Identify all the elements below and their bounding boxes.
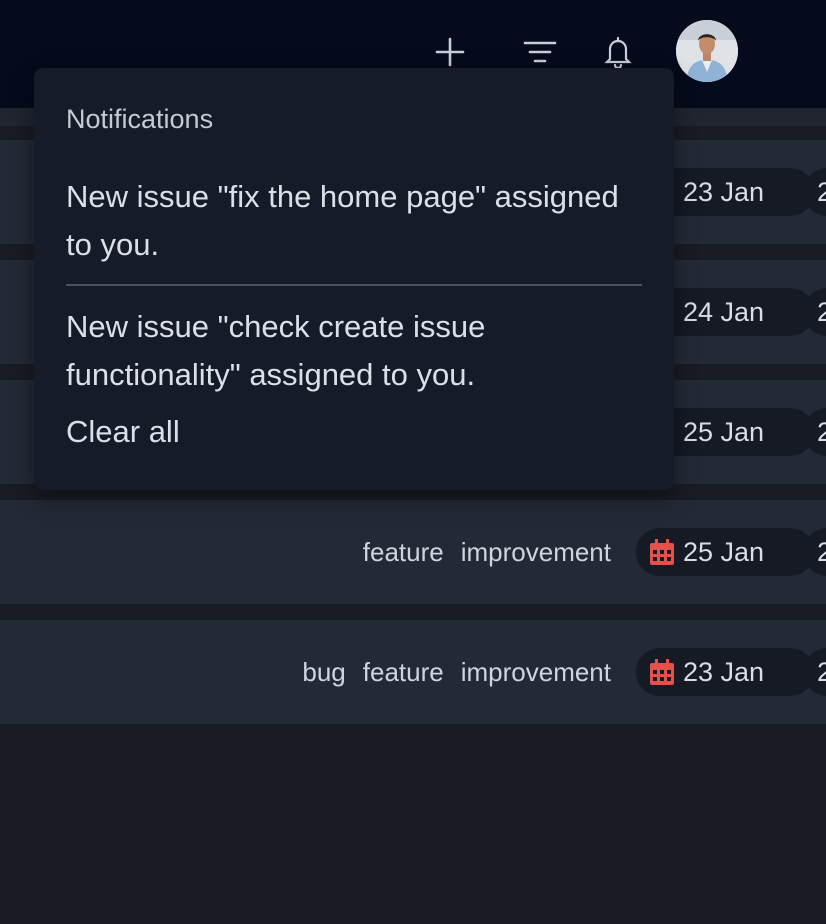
issue-labels: feature improvement: [363, 500, 611, 604]
user-avatar[interactable]: [676, 20, 738, 82]
calendar-icon: [650, 538, 674, 565]
notification-item[interactable]: New issue "check create issue functional…: [66, 303, 642, 399]
label-tag-improvement[interactable]: improvement: [461, 537, 611, 568]
label-tag-improvement[interactable]: improvement: [461, 657, 611, 688]
notifications-title: Notifications: [66, 104, 214, 134]
notification-item[interactable]: New issue "fix the home page" assigned t…: [66, 173, 642, 269]
notifications-dropdown: Notifications New issue "fix the home pa…: [34, 68, 674, 490]
due-date-badge[interactable]: 25 Jan: [636, 528, 814, 576]
notification-divider: [66, 284, 642, 286]
due-date-text: 25 Jan: [683, 416, 765, 447]
label-tag-bug[interactable]: bug: [302, 657, 345, 688]
due-date-text: 25 Jan: [683, 536, 765, 567]
due-date-text: 23 Jan: [683, 176, 765, 207]
label-tag-feature[interactable]: feature: [363, 537, 444, 568]
row-divider: [0, 604, 826, 620]
due-date-badge[interactable]: 23 Jan: [636, 648, 814, 696]
issue-labels: bug feature improvement: [302, 620, 611, 724]
due-date-text: 23 Jan: [683, 656, 765, 687]
issue-row[interactable]: bug feature improvement 23 Jan 2: [0, 620, 826, 724]
calendar-icon: [650, 658, 674, 685]
issue-row[interactable]: feature improvement 25 Jan 2: [0, 500, 826, 604]
clear-all-button[interactable]: Clear all: [66, 414, 180, 450]
label-tag-feature[interactable]: feature: [363, 657, 444, 688]
due-date-text: 24 Jan: [683, 296, 765, 327]
